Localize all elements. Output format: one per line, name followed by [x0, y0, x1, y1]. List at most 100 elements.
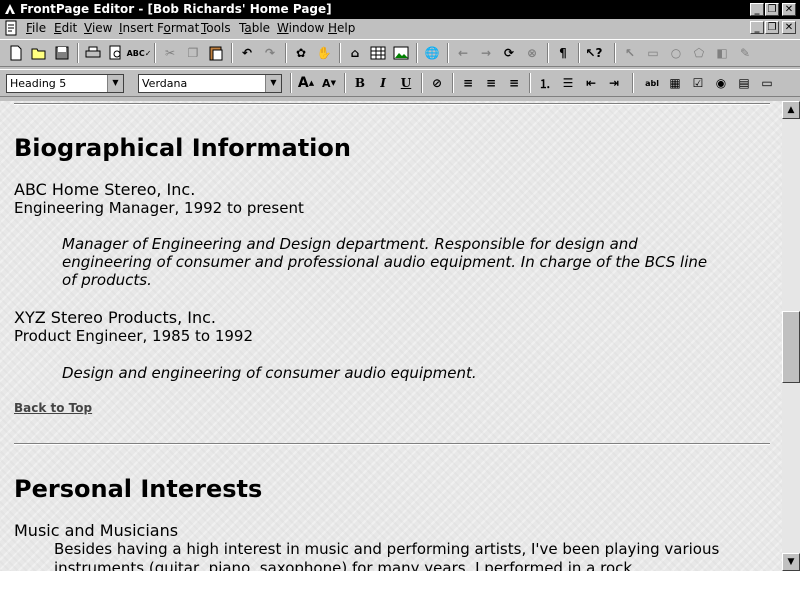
text-color-icon[interactable]: ⊘ [427, 73, 447, 93]
editor-chrome: File Edit View Insert Format Tools Table… [0, 19, 800, 101]
polygon-icon[interactable]: ⬠ [689, 43, 709, 63]
new-page-icon[interactable] [6, 43, 26, 63]
horizontal-rule [14, 103, 770, 105]
minimize-icon[interactable]: _ [750, 3, 764, 16]
align-center-icon[interactable]: ≡ [481, 73, 501, 93]
document-area[interactable]: Biographical Information ABC Home Stereo… [0, 101, 782, 571]
separator [614, 43, 616, 63]
separator [290, 73, 292, 93]
select-arrow-icon[interactable]: ↖ [620, 43, 640, 63]
refresh-icon[interactable]: ⟳ [499, 43, 519, 63]
font-value: Verdana [142, 77, 188, 90]
push-button-field-icon[interactable]: ▭ [757, 73, 777, 93]
window-bottom-edge [0, 571, 800, 600]
align-left-icon[interactable]: ≡ [458, 73, 478, 93]
hyperlink-icon[interactable]: 🌐 [422, 43, 442, 63]
insert-image-icon[interactable] [391, 43, 411, 63]
title-bar[interactable]: FrontPage Editor - [Bob Richards' Home P… [0, 0, 800, 19]
separator [578, 43, 580, 63]
vertical-scrollbar[interactable]: ▲ ▼ [782, 101, 800, 571]
numbered-list-icon[interactable]: ⒈ [535, 73, 555, 93]
underline-button[interactable]: U [396, 73, 416, 93]
make-transparent-icon[interactable]: ✎ [735, 43, 755, 63]
rectangle-icon[interactable]: ▭ [643, 43, 663, 63]
doc-minimize-icon[interactable]: _ [750, 21, 764, 34]
scrolling-text-box-icon[interactable]: ▦ [665, 73, 685, 93]
undo-icon[interactable]: ↶ [237, 43, 257, 63]
job-role: Product Engineer, 1985 to 1992 [14, 327, 254, 345]
separator [285, 43, 287, 63]
radio-button-field-icon[interactable]: ◉ [711, 73, 731, 93]
print-preview-icon[interactable] [106, 43, 126, 63]
insert-table-icon[interactable] [368, 43, 388, 63]
chevron-down-icon[interactable]: ▼ [265, 75, 281, 92]
separator [416, 43, 418, 63]
separator [421, 73, 423, 93]
increase-indent-icon[interactable]: ⇥ [604, 73, 624, 93]
doc-close-icon[interactable]: ✕ [782, 21, 796, 34]
redo-icon[interactable]: ↷ [260, 43, 280, 63]
restore-icon[interactable]: ❐ [765, 3, 779, 16]
help-pointer-icon[interactable]: ↖? [584, 43, 604, 63]
job-description: Design and engineering of consumer audio… [62, 364, 477, 382]
highlight-hotspots-icon[interactable]: ◧ [712, 43, 732, 63]
decrease-font-size-icon[interactable]: A ▼ [319, 73, 339, 93]
menu-format[interactable]: Format [157, 21, 199, 35]
back-to-top-link[interactable]: Back to Top [14, 401, 92, 415]
italic-button[interactable]: I [373, 73, 393, 93]
scroll-down-icon[interactable]: ▼ [782, 553, 800, 571]
font-select[interactable]: Verdana ▼ [138, 74, 282, 93]
separator [344, 73, 346, 93]
print-icon[interactable] [83, 43, 103, 63]
menu-insert[interactable]: Insert [119, 21, 153, 35]
scroll-up-icon[interactable]: ▲ [782, 101, 800, 119]
company-name: ABC Home Stereo, Inc. [14, 180, 196, 199]
company-name: XYZ Stereo Products, Inc. [14, 308, 216, 327]
bold-button[interactable]: B [350, 73, 370, 93]
checkbox-field-icon[interactable]: ☑ [688, 73, 708, 93]
close-icon[interactable]: ✕ [782, 3, 796, 16]
body-paragraph: Besides having a high interest in music … [54, 540, 720, 571]
menu-table[interactable]: Table [239, 21, 270, 35]
cut-icon[interactable]: ✂ [160, 43, 180, 63]
scrollbar-thumb[interactable] [782, 311, 800, 383]
webbot-component-icon[interactable]: ✋ [314, 43, 334, 63]
menu-view[interactable]: View [84, 21, 112, 35]
open-folder-icon[interactable] [29, 43, 49, 63]
back-arrow-icon[interactable]: ← [453, 43, 473, 63]
paragraph-mark-icon[interactable]: ¶ [553, 43, 573, 63]
paste-icon[interactable] [206, 43, 226, 63]
section-heading: Personal Interests [14, 475, 263, 503]
separator [447, 43, 449, 63]
insert-form-field-icon[interactable]: ⌂ [345, 43, 365, 63]
paragraph-style-select[interactable]: Heading 5 ▼ [6, 74, 124, 93]
text-box-field-icon[interactable]: abl [642, 73, 662, 93]
menu-help[interactable]: Help [328, 21, 355, 35]
menu-window[interactable]: Window [277, 21, 324, 35]
align-right-icon[interactable]: ≡ [504, 73, 524, 93]
chevron-down-icon[interactable]: ▼ [107, 75, 123, 92]
decrease-indent-icon[interactable]: ⇤ [581, 73, 601, 93]
doc-restore-icon[interactable]: ❐ [765, 21, 779, 34]
separator [77, 43, 79, 63]
separator [547, 43, 549, 63]
save-icon[interactable] [52, 43, 72, 63]
separator [452, 73, 454, 93]
webbot-icon[interactable]: ✿ [291, 43, 311, 63]
menu-file[interactable]: File [26, 21, 46, 35]
window-title: FrontPage Editor - [Bob Richards' Home P… [20, 2, 332, 16]
copy-icon[interactable]: ❐ [183, 43, 203, 63]
separator [339, 43, 341, 63]
bulleted-list-icon[interactable]: ☰ [558, 73, 578, 93]
increase-font-size-icon[interactable]: A ▲ [296, 73, 316, 93]
menu-edit[interactable]: Edit [54, 21, 77, 35]
drop-down-menu-field-icon[interactable]: ▤ [734, 73, 754, 93]
spelling-icon[interactable]: ABC✓ [127, 43, 152, 63]
stop-icon[interactable]: ⊗ [522, 43, 542, 63]
menu-tools[interactable]: Tools [201, 21, 231, 35]
separator [632, 73, 634, 93]
standard-toolbar: ABC✓ ✂ ❐ ↶ ↷ ✿ ✋ ⌂ 🌐 ← → ⟳ ⊗ ¶ ↖? ↖ ▭ ○ … [0, 39, 800, 67]
forward-arrow-icon[interactable]: → [476, 43, 496, 63]
section-heading: Biographical Information [14, 134, 351, 162]
circle-icon[interactable]: ○ [666, 43, 686, 63]
